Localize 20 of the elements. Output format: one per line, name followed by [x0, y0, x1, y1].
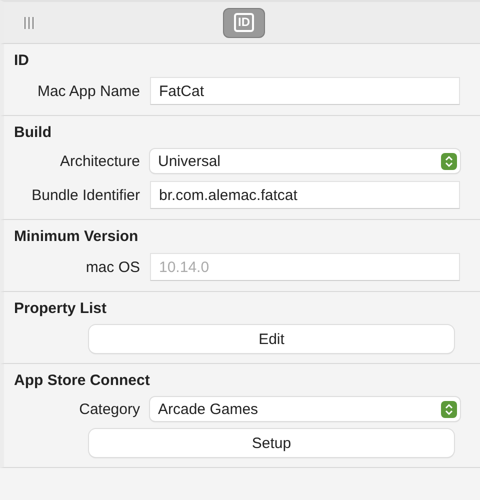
text-field[interactable]: FatCat — [150, 77, 460, 105]
action-button[interactable]: Edit — [89, 325, 454, 353]
stepper-arrows-icon — [441, 400, 457, 418]
sidebar-handle-icon[interactable] — [24, 17, 34, 29]
section-heading: Build — [14, 124, 52, 141]
section-heading: App Store Connect — [14, 372, 150, 389]
popup-button[interactable]: Arcade Games — [150, 397, 460, 421]
text-field[interactable]: 10.14.0 — [150, 253, 460, 281]
section-heading: ID — [14, 52, 29, 69]
field-label: Architecture — [60, 152, 140, 170]
field-label: mac OS — [86, 258, 140, 276]
field-label: Category — [79, 400, 140, 418]
field-label: Bundle Identifier — [32, 186, 140, 204]
action-button[interactable]: Setup — [89, 429, 454, 457]
popup-button[interactable]: Universal — [150, 149, 460, 173]
section-heading: Minimum Version — [14, 228, 138, 245]
field-label: Mac App Name — [37, 82, 140, 100]
stepper-arrows-icon — [441, 152, 457, 170]
text-field[interactable]: br.com.alemac.fatcat — [150, 181, 460, 209]
section-heading: Property List — [14, 300, 107, 317]
